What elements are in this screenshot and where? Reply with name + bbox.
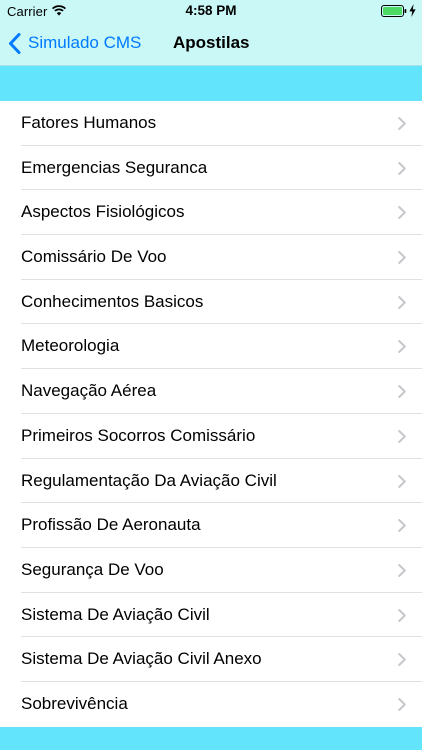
list-item[interactable]: Sistema De Aviação Civil: [0, 593, 422, 638]
bottom-bar: [0, 727, 422, 750]
list-item[interactable]: Primeiros Socorros Comissário: [0, 414, 422, 459]
status-time: 4:58 PM: [185, 3, 237, 18]
page-title: Apostilas: [173, 33, 250, 52]
navigation-bar: Carrier 4:58 PM Simulado CMS Apostilas: [0, 0, 422, 66]
list-item-label: Primeiros Socorros Comissário: [21, 425, 256, 445]
chevron-right-icon: [398, 206, 406, 220]
chevron-right-icon: [398, 117, 406, 130]
chevron-right-icon: [398, 697, 406, 711]
chevron-right-icon: [398, 340, 406, 354]
chevron-right-icon: [398, 608, 406, 622]
list-item[interactable]: Conhecimentos Basicos: [0, 280, 422, 325]
chevron-right-icon: [398, 474, 406, 488]
list-item-label: Emergencias Seguranca: [21, 157, 208, 177]
chevron-right-icon: [398, 251, 406, 265]
list-item-label: Aspectos Fisiológicos: [21, 202, 185, 222]
list-item[interactable]: Sistema De Aviação Civil Anexo: [0, 637, 422, 682]
chevron-right-icon: [398, 295, 406, 309]
back-button-label: Simulado CMS: [28, 33, 142, 52]
list-item-label: Sistema De Aviação Civil: [21, 604, 210, 624]
bolt-icon: [409, 4, 416, 17]
list-item[interactable]: Profissão De Aeronauta: [0, 503, 422, 548]
chevron-right-icon: [398, 161, 406, 175]
chevron-right-icon: [398, 653, 406, 667]
list-item-label: Conhecimentos Basicos: [21, 291, 204, 311]
list-item[interactable]: Segurança De Voo: [0, 548, 422, 593]
list-item[interactable]: Fatores Humanos: [0, 101, 422, 146]
list-item[interactable]: Regulamentação Da Aviação Civil: [0, 459, 422, 504]
back-button[interactable]: Simulado CMS: [8, 30, 141, 56]
list-item-label: Profissão De Aeronauta: [21, 515, 201, 535]
list-item-label: Sistema De Aviação Civil Anexo: [21, 649, 262, 669]
battery-icon: [381, 5, 407, 17]
list-item[interactable]: Navegação Aérea: [0, 369, 422, 414]
chevron-right-icon: [398, 519, 406, 533]
list-item[interactable]: Aspectos Fisiológicos: [0, 190, 422, 236]
list-item-label: Navegação Aérea: [21, 381, 157, 401]
status-bar: Carrier 4:58 PM: [0, 0, 422, 22]
list-item-label: Meteorologia: [21, 336, 120, 356]
list-item[interactable]: Emergencias Seguranca: [0, 146, 422, 191]
list-item[interactable]: Meteorologia: [0, 324, 422, 370]
list-item-label: Sobrevivência: [21, 693, 128, 713]
list-item[interactable]: Sobrevivência: [0, 682, 422, 727]
chevron-right-icon: [398, 429, 406, 443]
list-item-label: Regulamentação Da Aviação Civil: [21, 470, 277, 490]
chevron-right-icon: [398, 385, 406, 399]
chevron-right-icon: [398, 563, 406, 577]
list-item-label: Fatores Humanos: [21, 113, 157, 132]
list-item-label: Segurança De Voo: [21, 559, 164, 579]
apostilas-list: Fatores Humanos Emergencias Seguranca Aspe…: [0, 101, 422, 727]
list-item-label: Comissário De Voo: [21, 247, 167, 267]
list-item[interactable]: Comissário De Voo: [0, 235, 422, 280]
section-header: [0, 66, 422, 101]
chevron-left-icon: [9, 32, 21, 54]
